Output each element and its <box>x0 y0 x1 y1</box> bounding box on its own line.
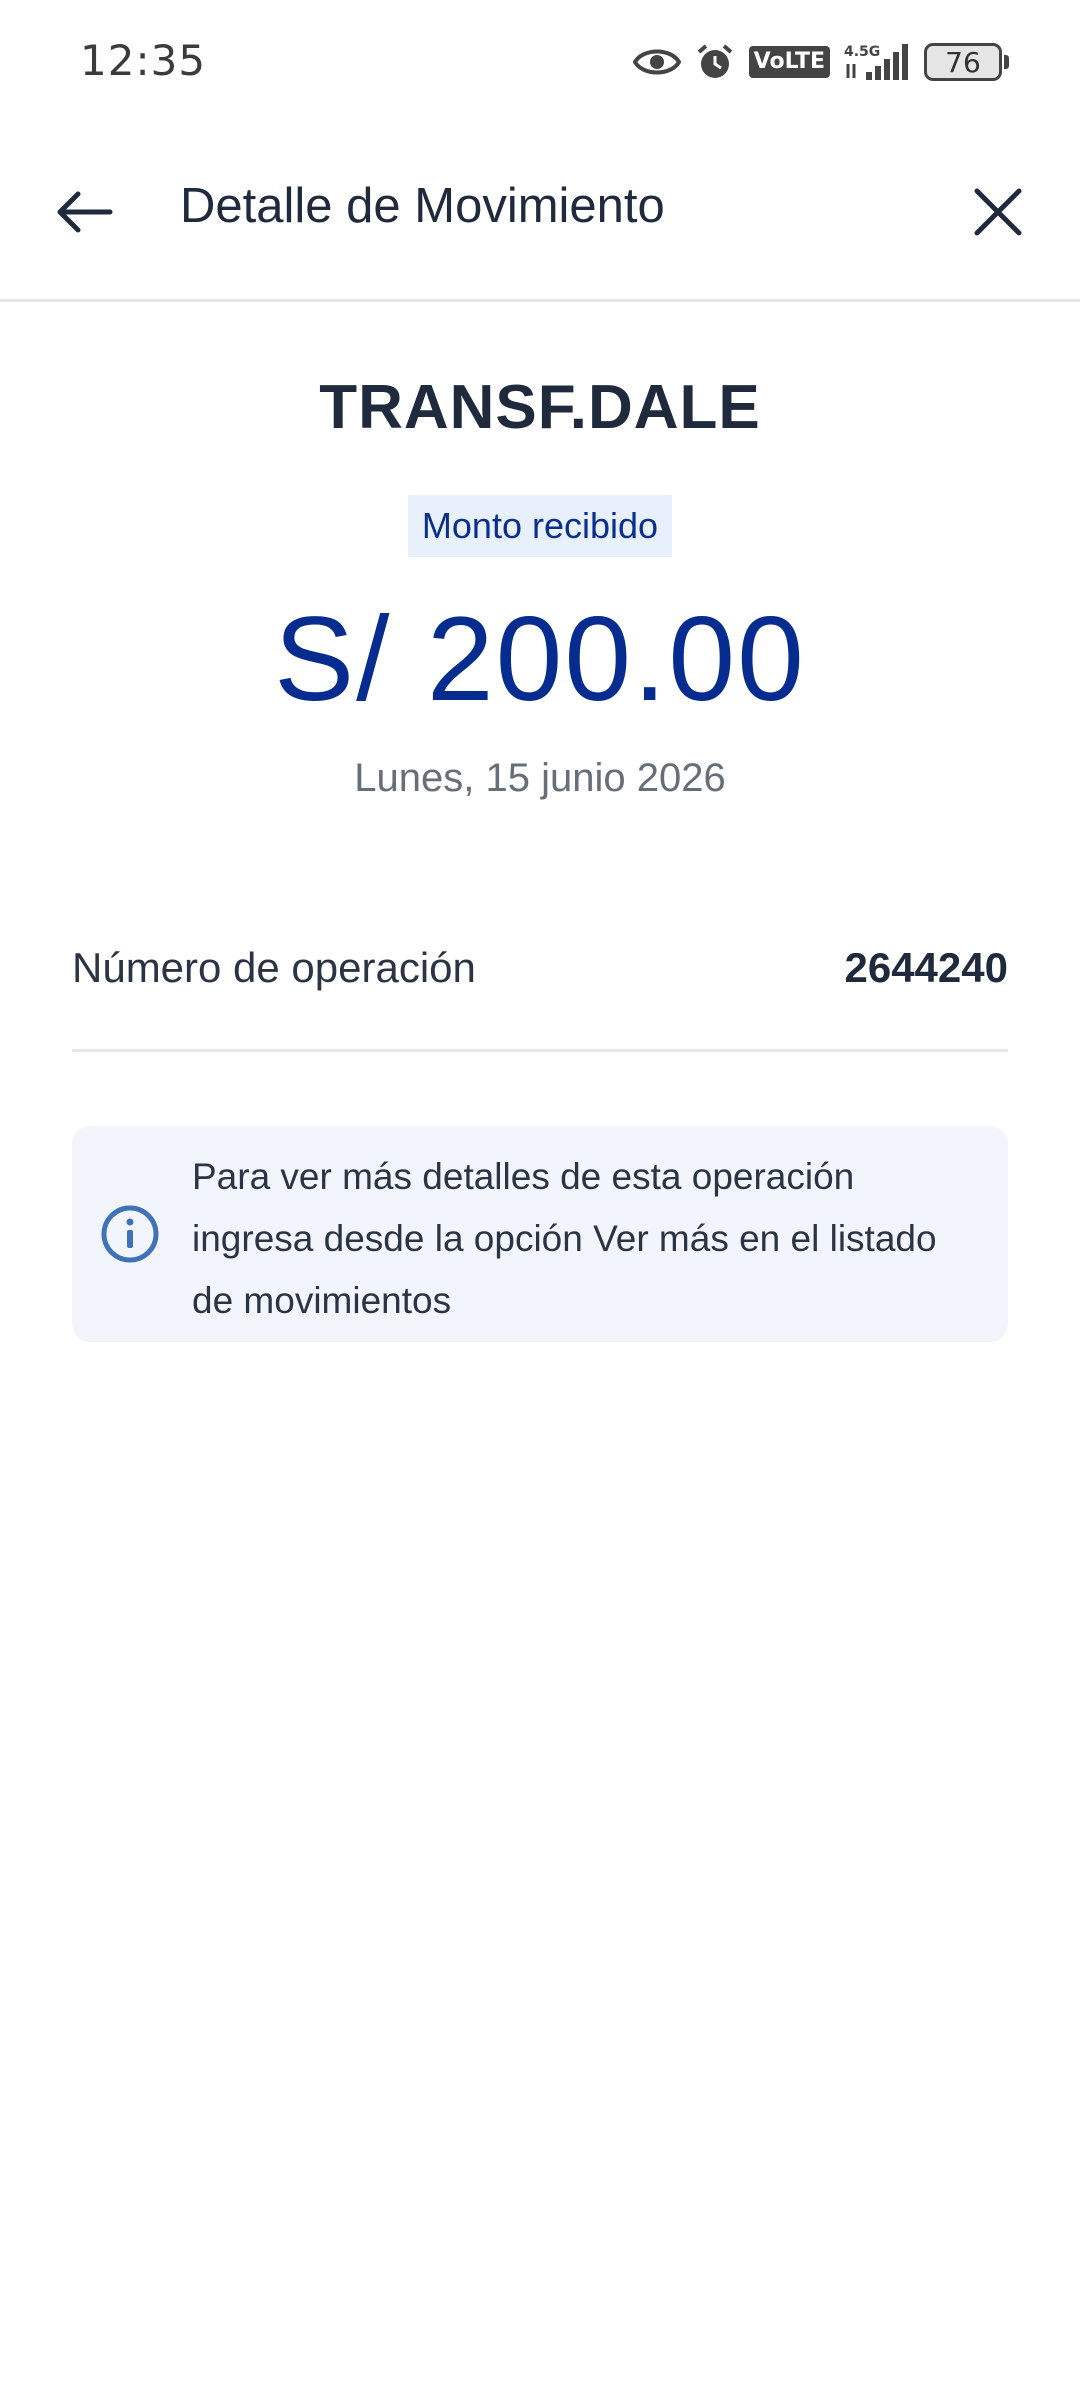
arrow-left-icon <box>54 190 114 239</box>
status-bar: 12:35 VoLTE 4.5G 76 <box>0 0 1080 124</box>
alarm-icon <box>695 42 735 82</box>
info-text: Para ver más detalles de esta operación … <box>192 1156 937 1321</box>
info-box: Para ver más detalles de esta operación … <box>72 1126 1008 1342</box>
eye-icon <box>632 44 681 80</box>
battery-indicator: 76 <box>924 43 1009 81</box>
back-button[interactable] <box>46 176 122 252</box>
app-bar: Detalle de Movimiento <box>0 124 1080 302</box>
info-icon <box>100 1204 160 1264</box>
operation-number-row: Número de operación 2644240 <box>72 920 1008 1052</box>
signal-icon: 4.5G <box>844 42 910 82</box>
operation-number-label: Número de operación <box>72 944 476 991</box>
volte-icon: VoLTE <box>748 46 830 78</box>
movement-date: Lunes, 15 junio 2026 <box>354 756 726 800</box>
status-icons: VoLTE 4.5G 76 <box>632 38 1009 86</box>
badge-container: Monto recibido <box>0 495 1080 557</box>
svg-text:4.5G: 4.5G <box>844 44 880 60</box>
merchant-name: TRANSF.DALE <box>319 373 761 442</box>
close-icon <box>973 187 1023 242</box>
amount: S/ 200.00 <box>274 592 806 726</box>
close-button[interactable] <box>960 176 1036 252</box>
status-badge: Monto recibido <box>407 495 673 557</box>
operation-number-value: 2644240 <box>844 944 1008 991</box>
page-title: Detalle de Movimiento <box>180 179 665 233</box>
status-time: 12:35 <box>80 36 207 85</box>
